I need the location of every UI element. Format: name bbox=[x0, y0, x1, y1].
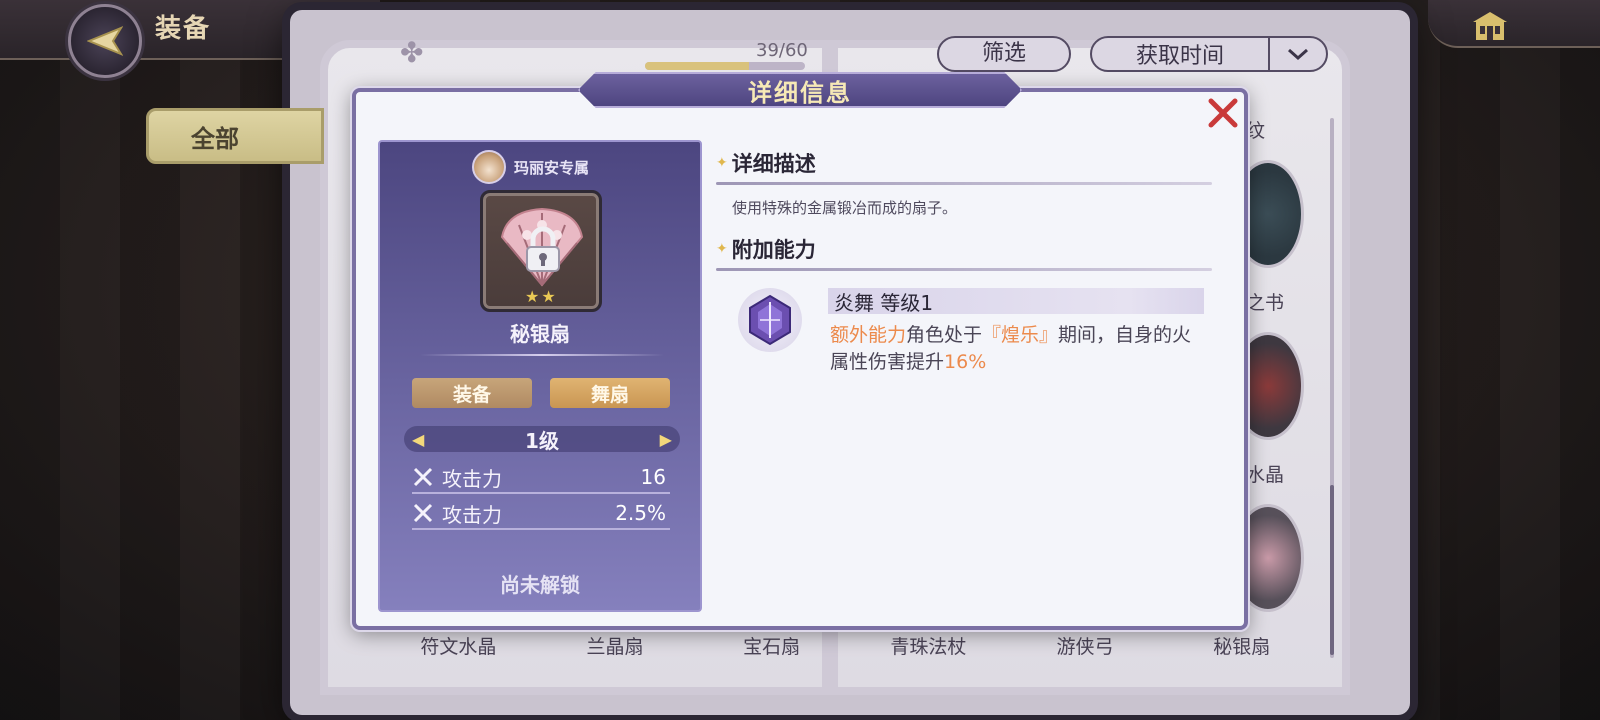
back-arrow-icon bbox=[87, 26, 123, 56]
star-icon: ★ bbox=[541, 287, 556, 306]
stat-row: 攻击力 16 bbox=[412, 462, 670, 494]
scroll-thumb[interactable] bbox=[1330, 485, 1334, 655]
skill-state: 『煌乐』 bbox=[982, 324, 1059, 346]
dialog-title-banner: 详细信息 bbox=[578, 72, 1022, 108]
stat-value: 16 bbox=[640, 465, 666, 489]
crossed-swords-icon bbox=[413, 467, 433, 487]
avatar bbox=[472, 150, 506, 184]
skill-description: 额外能力角色处于『煌乐』期间，自身的火属性伤害提升16% bbox=[830, 322, 1210, 376]
section-heading: ✦ 附加能力 bbox=[716, 234, 1212, 264]
skill-crystal-icon bbox=[738, 288, 802, 352]
diamond-icon: ✦ bbox=[716, 155, 728, 171]
side-item-label: 水晶 bbox=[1246, 464, 1285, 486]
section-heading-text: 详细描述 bbox=[731, 152, 816, 176]
item-name[interactable]: 秘银扇 bbox=[1163, 632, 1320, 659]
crossed-swords-icon bbox=[413, 503, 433, 523]
section-heading: ✦ 详细描述 bbox=[716, 148, 1212, 178]
close-button[interactable] bbox=[1206, 96, 1240, 130]
item-name[interactable]: 青珠法杖 bbox=[850, 632, 1007, 659]
item-name-title: 秘银扇 bbox=[510, 322, 570, 346]
tag-row: 装备 舞扇 bbox=[412, 378, 670, 408]
unlock-status: 尚未解锁 bbox=[500, 573, 580, 597]
side-item-label: 纹 bbox=[1246, 120, 1266, 142]
star-icon: ★ bbox=[525, 287, 540, 306]
item-name-row: 符文水晶 兰晶扇 宝石扇 青珠法杖 游侠弓 秘银扇 bbox=[380, 632, 1320, 659]
item-card: 玛丽安专属 ★ ★ 秘银扇 装备 舞扇 ◀ 1级 ▶ 攻击力 16 攻击力 2.… bbox=[378, 140, 702, 612]
stat-label: 攻击力 bbox=[442, 502, 502, 527]
lock-icon bbox=[526, 226, 560, 272]
item-icon-frame: ★ ★ bbox=[480, 190, 602, 312]
section-divider bbox=[716, 182, 1212, 185]
item-name[interactable]: 符文水晶 bbox=[380, 632, 537, 659]
page-title: 装备 bbox=[155, 14, 212, 44]
tab-all[interactable]: 全部 bbox=[146, 108, 324, 164]
close-icon bbox=[1208, 98, 1238, 128]
filter-button[interactable]: 筛选 bbox=[937, 36, 1071, 72]
clover-ornament-icon: ✤ bbox=[400, 36, 424, 69]
home-button[interactable] bbox=[1470, 8, 1510, 44]
diamond-icon: ✦ bbox=[716, 241, 728, 257]
skill-title: 炎舞 等级1 bbox=[828, 288, 1204, 315]
stat-value: 2.5% bbox=[615, 501, 666, 525]
stat-row: 攻击力 2.5% bbox=[412, 498, 670, 530]
collection-count: 39/60 bbox=[756, 40, 808, 61]
collection-progress-fill bbox=[645, 62, 749, 70]
level-label: 1级 bbox=[525, 428, 559, 453]
sort-dropdown[interactable]: 获取时间 bbox=[1090, 36, 1328, 72]
item-name[interactable]: 游侠弓 bbox=[1007, 632, 1164, 659]
skill-prefix: 额外能力 bbox=[830, 324, 907, 346]
dialog-title: 详细信息 bbox=[748, 78, 852, 107]
ability-section: ✦ 附加能力 bbox=[716, 234, 1212, 271]
description-section: ✦ 详细描述 使用特殊的金属锻冶而成的扇子。 bbox=[716, 148, 1212, 218]
arrow-right-icon[interactable]: ▶ bbox=[660, 430, 672, 449]
stat-label: 攻击力 bbox=[442, 466, 502, 491]
owner-row: 玛丽安专属 bbox=[472, 150, 589, 184]
owner-label: 玛丽安专属 bbox=[514, 158, 590, 177]
home-bar bbox=[1428, 0, 1600, 48]
item-name[interactable]: 宝石扇 bbox=[693, 632, 850, 659]
section-divider bbox=[716, 268, 1212, 271]
side-item-label: 之书 bbox=[1246, 292, 1285, 314]
back-button[interactable] bbox=[68, 4, 142, 78]
tag-equip: 装备 bbox=[412, 378, 532, 408]
arrow-left-icon[interactable]: ◀ bbox=[412, 430, 424, 449]
skill-value: 16% bbox=[944, 351, 987, 373]
card-divider bbox=[420, 354, 664, 356]
chevron-down-icon[interactable] bbox=[1268, 38, 1326, 70]
description-text: 使用特殊的金属锻冶而成的扇子。 bbox=[732, 199, 958, 217]
sort-label: 获取时间 bbox=[1135, 44, 1224, 69]
level-selector: ◀ 1级 ▶ bbox=[404, 426, 680, 453]
collection-progress bbox=[645, 62, 805, 70]
section-heading-text: 附加能力 bbox=[731, 238, 816, 262]
home-icon bbox=[1473, 12, 1507, 40]
item-name[interactable]: 兰晶扇 bbox=[537, 632, 694, 659]
skill-text: 角色处于 bbox=[906, 324, 983, 346]
tag-weapon-type: 舞扇 bbox=[550, 378, 670, 408]
rarity-stars: ★ ★ bbox=[525, 289, 556, 305]
